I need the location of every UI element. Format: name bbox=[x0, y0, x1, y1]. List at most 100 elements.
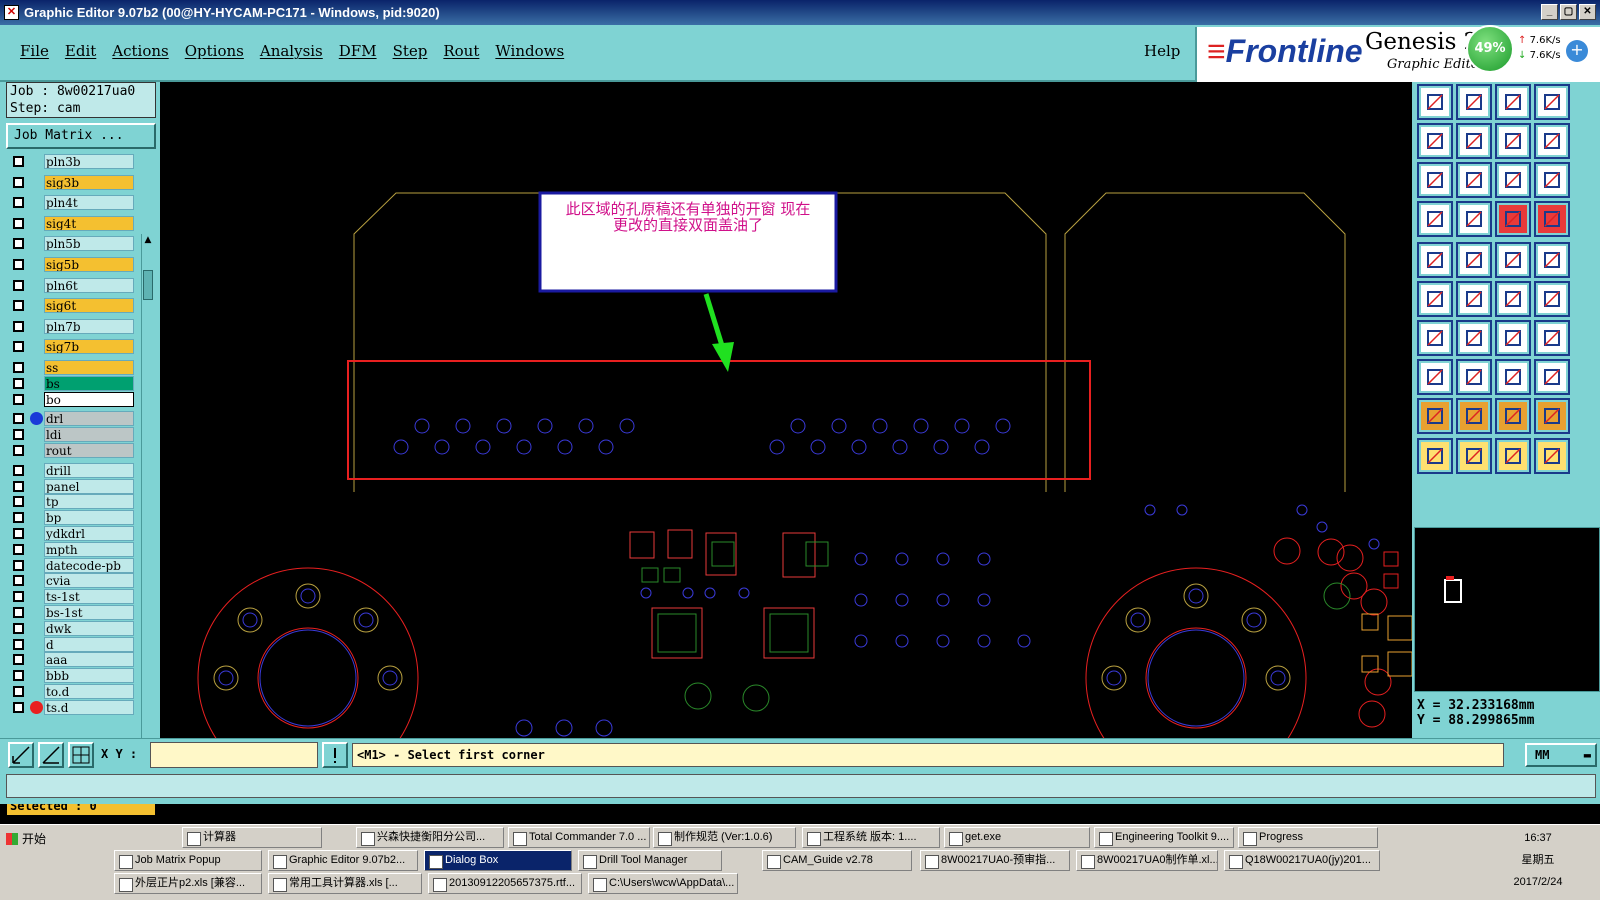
layer-checkbox[interactable] bbox=[13, 429, 24, 441]
layer-row[interactable]: pln3b bbox=[8, 154, 138, 169]
layer-row[interactable]: bs bbox=[8, 375, 138, 391]
layer-row[interactable]: bp bbox=[8, 510, 138, 526]
snap-icon[interactable] bbox=[8, 742, 34, 768]
export-icon[interactable] bbox=[1417, 84, 1453, 120]
layer-checkbox[interactable] bbox=[13, 238, 24, 250]
layer-checkbox[interactable] bbox=[13, 607, 24, 618]
home-icon[interactable] bbox=[1495, 84, 1531, 120]
taskbar-item[interactable]: 工程系统 版本: 1.... bbox=[802, 827, 940, 848]
layer-row[interactable]: datecode-pb bbox=[8, 557, 138, 573]
center-icon[interactable] bbox=[1456, 162, 1492, 198]
layer-checkbox[interactable] bbox=[13, 512, 24, 524]
query-icon[interactable] bbox=[1534, 162, 1570, 198]
layer-red2-icon[interactable] bbox=[1534, 201, 1570, 237]
layer-name[interactable]: bs bbox=[44, 375, 134, 391]
layer-name[interactable]: pln7b bbox=[44, 318, 134, 334]
layer-row[interactable]: drl bbox=[8, 411, 138, 427]
measure-icon[interactable] bbox=[38, 742, 64, 768]
layer-name[interactable]: panel bbox=[44, 478, 134, 494]
probe-icon[interactable] bbox=[1456, 201, 1492, 237]
layer-name[interactable]: sig7b bbox=[44, 339, 134, 355]
layer-row[interactable]: pln7b bbox=[8, 318, 138, 334]
layer-name[interactable]: pln3b bbox=[44, 154, 134, 169]
cursor4-icon[interactable] bbox=[1534, 438, 1570, 474]
cursor3-icon[interactable] bbox=[1495, 438, 1531, 474]
layer-checkbox[interactable] bbox=[13, 445, 24, 456]
layer-name[interactable]: pln5b bbox=[44, 236, 134, 252]
layer-name[interactable]: ydkdrl bbox=[44, 526, 134, 541]
graphic-canvas[interactable]: 此区域的孔原稿还有单独的开窗 现在 更改的直接双面盖油了 bbox=[160, 82, 1413, 789]
layer-name[interactable]: tp bbox=[44, 494, 134, 510]
taskbar-item[interactable]: 20130912205657375.rtf... bbox=[428, 873, 582, 894]
layer-row[interactable]: pln4t bbox=[8, 195, 138, 211]
layer-row[interactable]: pln6t bbox=[8, 277, 138, 293]
layer-checkbox[interactable] bbox=[13, 279, 24, 291]
triangle-icon[interactable] bbox=[1417, 398, 1453, 434]
import-icon[interactable] bbox=[1456, 84, 1492, 120]
network-monitor-ball[interactable]: 49% bbox=[1466, 25, 1514, 73]
taskbar-item[interactable]: Engineering Toolkit 9.... bbox=[1094, 827, 1234, 848]
layer-name[interactable]: dwk bbox=[44, 620, 134, 636]
cross-icon[interactable] bbox=[1456, 281, 1492, 317]
layer-row[interactable]: ss bbox=[8, 360, 138, 375]
layer-checkbox[interactable] bbox=[13, 701, 24, 713]
xy-input[interactable] bbox=[150, 742, 318, 768]
layer-row[interactable]: to.d bbox=[8, 684, 138, 699]
taskbar-item[interactable]: Job Matrix Popup bbox=[114, 850, 262, 871]
layer-row[interactable]: ts.d bbox=[8, 699, 138, 715]
ruler-icon[interactable] bbox=[1495, 242, 1531, 278]
overview-window[interactable] bbox=[1414, 527, 1600, 692]
select-icon[interactable] bbox=[1417, 242, 1453, 278]
layer-checkbox[interactable] bbox=[13, 670, 24, 682]
layer-row[interactable]: bbb bbox=[8, 668, 138, 684]
layer-name[interactable]: cvia bbox=[44, 573, 134, 589]
layer-checkbox[interactable] bbox=[13, 393, 24, 405]
system-clock[interactable]: 16:37 星期五 2017/2/24 bbox=[1508, 827, 1568, 893]
taskbar-item[interactable]: Graphic Editor 9.07b2... bbox=[268, 850, 418, 871]
edit-icon[interactable] bbox=[1456, 320, 1492, 356]
layer-name[interactable]: sig3b bbox=[44, 174, 134, 190]
layer-name[interactable]: sig4t bbox=[44, 215, 134, 231]
layer-name[interactable]: bbb bbox=[44, 668, 134, 684]
maximize-button[interactable]: ▢ bbox=[1560, 4, 1577, 20]
layer-checkbox[interactable] bbox=[13, 300, 24, 312]
node-icon[interactable] bbox=[1417, 281, 1453, 317]
menu-file[interactable]: File bbox=[12, 42, 57, 60]
grid-icon[interactable] bbox=[68, 742, 94, 768]
menu-actions[interactable]: Actions bbox=[104, 42, 176, 60]
width-icon[interactable] bbox=[1495, 359, 1531, 395]
layer-checkbox[interactable] bbox=[13, 197, 24, 209]
taskbar-item[interactable]: Dialog Box bbox=[424, 850, 572, 871]
window-titlebar[interactable]: ✕ Graphic Editor 9.07b2 (00@HY-HYCAM-PC1… bbox=[0, 0, 1600, 25]
layer-row[interactable]: sig4t bbox=[8, 215, 138, 231]
taskbar-item[interactable]: 常用工具计算器.xls [... bbox=[268, 873, 422, 894]
layer-name[interactable]: bo bbox=[44, 391, 134, 407]
triangle4-icon[interactable] bbox=[1534, 398, 1570, 434]
layer-checkbox[interactable] bbox=[13, 575, 24, 587]
layer-name[interactable]: rout bbox=[44, 443, 134, 458]
layer-checkbox[interactable] bbox=[13, 362, 24, 373]
layer-name[interactable]: ss bbox=[44, 360, 134, 375]
layer-row[interactable]: ldi bbox=[8, 427, 138, 443]
cursor-icon[interactable] bbox=[1417, 438, 1453, 474]
dot-icon[interactable] bbox=[1534, 242, 1570, 278]
layer-checkbox[interactable] bbox=[13, 528, 24, 539]
layer-row[interactable]: panel bbox=[8, 478, 138, 494]
minimize-button[interactable]: _ bbox=[1541, 4, 1558, 20]
measure-icon[interactable] bbox=[1417, 201, 1453, 237]
taskbar-item[interactable]: Progress bbox=[1238, 827, 1378, 848]
layer-checkbox[interactable] bbox=[13, 341, 24, 353]
layer-name[interactable]: datecode-pb bbox=[44, 557, 134, 573]
layer-name[interactable]: to.d bbox=[44, 684, 134, 699]
layer-row[interactable]: bo bbox=[8, 391, 138, 407]
layer-name[interactable]: pln4t bbox=[44, 195, 134, 211]
layer-checkbox[interactable] bbox=[13, 496, 24, 508]
triangle2-icon[interactable] bbox=[1456, 398, 1492, 434]
layer-name[interactable]: d bbox=[44, 636, 134, 652]
layer-name[interactable]: drill bbox=[44, 462, 134, 478]
taskbar-item[interactable]: 兴森快捷衡阳分公司... bbox=[356, 827, 504, 848]
layer-row[interactable]: aaa bbox=[8, 652, 138, 668]
taskbar-item[interactable]: 8W00217UA0-预审指... bbox=[920, 850, 1070, 871]
layer-row[interactable]: d bbox=[8, 636, 138, 652]
layer-name[interactable]: bp bbox=[44, 510, 134, 526]
